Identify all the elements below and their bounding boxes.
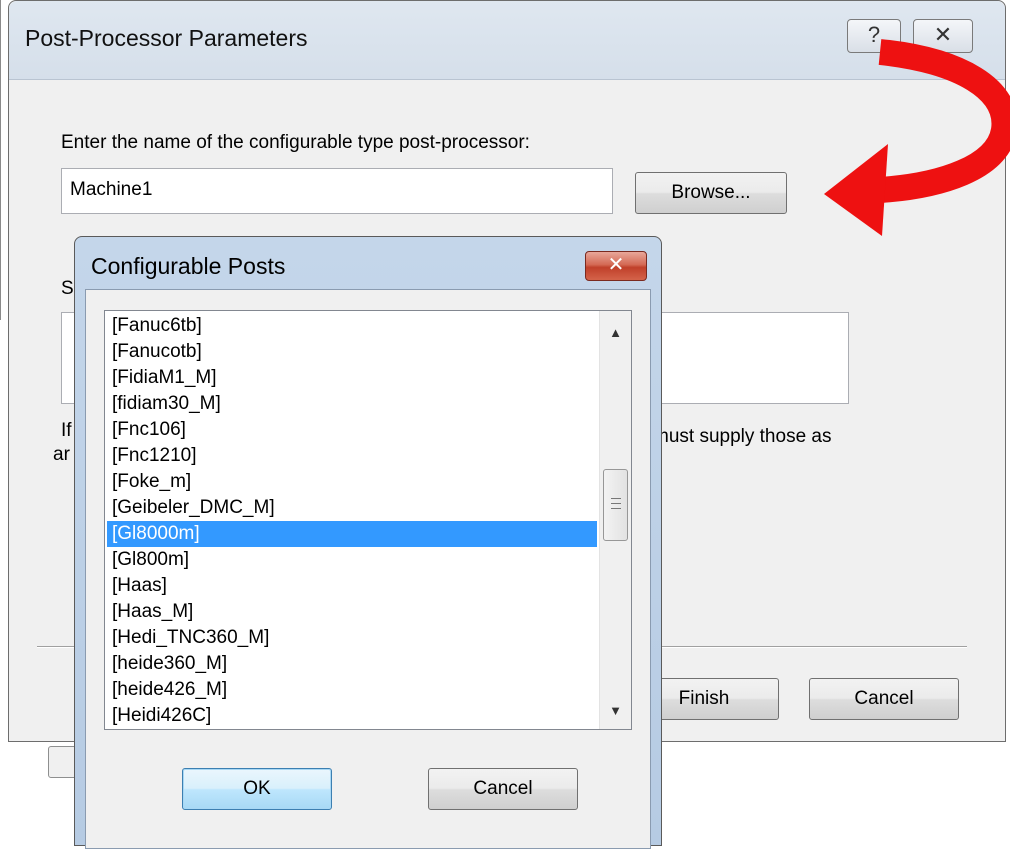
list-item[interactable]: [Haas_M] <box>107 599 597 625</box>
configurable-posts-dialog: Configurable Posts ✕ [Fanuc6tb] [Fanucotb… <box>74 236 662 849</box>
list-item[interactable]: [Fnc106] <box>107 417 597 443</box>
list-item[interactable]: [Gl800m] <box>107 547 597 573</box>
list-item[interactable]: [heide426_M] <box>107 677 597 703</box>
list-item[interactable]: [Haas] <box>107 573 597 599</box>
posts-list: [Fanuc6tb] [Fanucotb] [FidiaM1_M] [fidiam30… <box>107 313 597 729</box>
sub-dialog-body: [Fanuc6tb] [Fanucotb] [FidiaM1_M] [fidiam30… <box>85 289 651 849</box>
list-item[interactable]: [Foke_m] <box>107 469 597 495</box>
scroll-thumb[interactable] <box>603 469 628 541</box>
sub-close-button[interactable]: ✕ <box>585 251 647 281</box>
sub-cancel-button[interactable]: Cancel <box>428 768 578 810</box>
sub-dialog-title: Configurable Posts <box>91 253 286 279</box>
list-item[interactable]: [Hedi_TNC360_M] <box>107 625 597 651</box>
list-item[interactable]: [FidiaM1_M] <box>107 365 597 391</box>
vertical-scrollbar[interactable]: ▲ ▼ <box>599 311 631 729</box>
list-item[interactable]: [Geibeler_DMC_M] <box>107 495 597 521</box>
list-item[interactable]: [fidiam30_M] <box>107 391 597 417</box>
list-item[interactable]: [Fanucotb] <box>107 339 597 365</box>
list-item[interactable]: [Fnc1210] <box>107 443 597 469</box>
close-icon: ✕ <box>607 254 625 276</box>
ok-label: OK <box>243 778 271 799</box>
posts-listbox[interactable]: [Fanuc6tb] [Fanucotb] [FidiaM1_M] [fidiam30… <box>104 310 632 730</box>
ok-button[interactable]: OK <box>182 768 332 810</box>
list-item[interactable]: [Fanuc6tb] <box>107 313 597 339</box>
list-item[interactable]: [Gl8000m] <box>107 521 597 547</box>
sub-cancel-label: Cancel <box>473 778 533 799</box>
list-item[interactable]: [heide360_M] <box>107 651 597 677</box>
scroll-up-arrow-icon[interactable]: ▲ <box>600 317 631 349</box>
list-item[interactable]: [Heidi426C] <box>107 703 597 729</box>
scroll-down-arrow-icon[interactable]: ▼ <box>600 695 631 727</box>
